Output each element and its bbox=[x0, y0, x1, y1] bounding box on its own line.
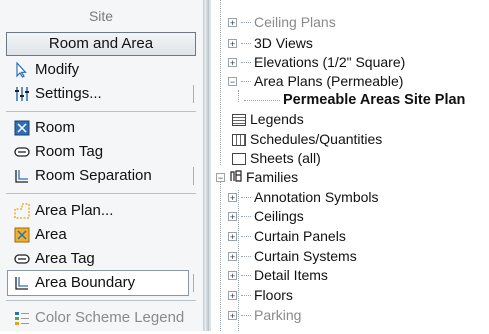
expand-icon[interactable]: + bbox=[228, 232, 237, 242]
dropdown-divider bbox=[193, 167, 194, 185]
tree-node-legends[interactable]: Legends bbox=[232, 110, 304, 129]
tree-node-curtain-panels[interactable]: + Curtain Panels bbox=[228, 227, 346, 246]
tree-node-floors[interactable]: + Floors bbox=[228, 286, 293, 305]
separator bbox=[6, 300, 196, 301]
legend-icon bbox=[14, 310, 30, 326]
tree-node-curtain-systems[interactable]: + Curtain Systems bbox=[228, 247, 357, 266]
tree-node-families[interactable]: − Families bbox=[216, 168, 298, 187]
room-icon bbox=[14, 120, 30, 136]
area-tag-tool[interactable]: Area Tag bbox=[14, 247, 95, 271]
room-tag-label: Room Tag bbox=[35, 143, 104, 160]
room-separation-tool[interactable]: Room Separation bbox=[14, 164, 152, 188]
modify-tool[interactable]: Modify bbox=[14, 58, 79, 82]
separation-line-icon bbox=[14, 168, 30, 184]
area-tag-label: Area Tag bbox=[35, 250, 95, 267]
collapse-icon[interactable]: − bbox=[216, 173, 225, 183]
project-browser-tree: + Ceiling Plans + 3D Views + Elevations … bbox=[214, 0, 489, 331]
settings-tool[interactable]: Settings... bbox=[14, 82, 102, 106]
area-label: Area bbox=[35, 226, 67, 243]
dropdown-divider bbox=[193, 274, 194, 292]
tree-guide-line bbox=[220, 180, 221, 331]
boundary-line-icon bbox=[14, 275, 30, 291]
area-tool[interactable]: Area bbox=[14, 223, 67, 247]
color-scheme-legend-label: Color Scheme Legend bbox=[35, 309, 185, 326]
sliders-icon bbox=[14, 86, 30, 102]
room-tag-tool[interactable]: Room Tag bbox=[14, 140, 103, 164]
expand-icon[interactable]: + bbox=[228, 58, 237, 68]
tree-node-schedules[interactable]: Schedules/Quantities bbox=[232, 130, 382, 149]
area-plan-tool[interactable]: Area Plan... bbox=[14, 199, 113, 223]
area-plan-label: Area Plan... bbox=[35, 202, 114, 219]
separator bbox=[6, 193, 196, 194]
tree-node-sheets[interactable]: Sheets (all) bbox=[232, 149, 321, 168]
tree-node-ceiling-plans[interactable]: + Ceiling Plans bbox=[228, 13, 336, 32]
tree-node-area-plans[interactable]: − Area Plans (Permeable) bbox=[228, 72, 403, 91]
schedule-table-icon bbox=[232, 133, 246, 146]
color-scheme-legend-tool[interactable]: Color Scheme Legend bbox=[14, 306, 184, 330]
cursor-arrow-icon bbox=[14, 61, 30, 78]
modify-label: Modify bbox=[35, 61, 80, 78]
tree-node-3d-views[interactable]: + 3D Views bbox=[228, 34, 313, 53]
area-plan-icon bbox=[14, 203, 30, 219]
sheet-icon bbox=[232, 152, 246, 165]
area-boundary-label: Area Boundary bbox=[35, 274, 136, 291]
expand-icon[interactable]: + bbox=[228, 311, 237, 321]
tree-node-permeable-areas-site-plan[interactable]: Permeable Areas Site Plan bbox=[244, 91, 465, 110]
expand-icon[interactable]: + bbox=[228, 271, 237, 281]
expand-icon[interactable]: + bbox=[228, 193, 237, 203]
separator bbox=[6, 111, 196, 112]
room-and-area-tab[interactable]: Room and Area bbox=[6, 32, 196, 56]
dropdown-divider bbox=[193, 85, 194, 103]
room-label: Room bbox=[35, 119, 76, 136]
tag-icon bbox=[14, 144, 30, 160]
expand-icon[interactable]: + bbox=[228, 39, 237, 49]
tree-guide-line bbox=[238, 90, 239, 102]
expand-icon[interactable]: + bbox=[228, 291, 237, 301]
collapse-icon[interactable]: − bbox=[228, 77, 237, 87]
area-icon bbox=[14, 227, 30, 243]
tree-node-elevations[interactable]: + Elevations (1/2" Square) bbox=[228, 53, 405, 72]
pane-splitter-edge bbox=[209, 0, 211, 331]
tree-node-parking[interactable]: + Parking bbox=[228, 306, 301, 325]
room-separation-label: Room Separation bbox=[35, 167, 152, 184]
site-tab-label[interactable]: Site bbox=[6, 4, 196, 28]
room-tool[interactable]: Room bbox=[14, 116, 75, 140]
tag-icon bbox=[14, 251, 30, 267]
tree-node-detail-items[interactable]: + Detail Items bbox=[228, 266, 328, 285]
settings-label: Settings... bbox=[35, 85, 102, 102]
tree-node-annotation-symbols[interactable]: + Annotation Symbols bbox=[228, 188, 379, 207]
design-bar: Site Room and Area Modify Settings... Ro… bbox=[0, 0, 203, 331]
families-icon bbox=[229, 168, 243, 187]
tree-node-ceilings[interactable]: + Ceilings bbox=[228, 207, 304, 226]
area-boundary-tool[interactable]: Area Boundary bbox=[14, 271, 135, 295]
tree-guide-line bbox=[220, 0, 221, 165]
legends-icon bbox=[232, 113, 246, 126]
expand-icon[interactable]: + bbox=[228, 212, 237, 222]
expand-icon[interactable]: + bbox=[228, 18, 237, 28]
expand-icon[interactable]: + bbox=[228, 252, 237, 262]
